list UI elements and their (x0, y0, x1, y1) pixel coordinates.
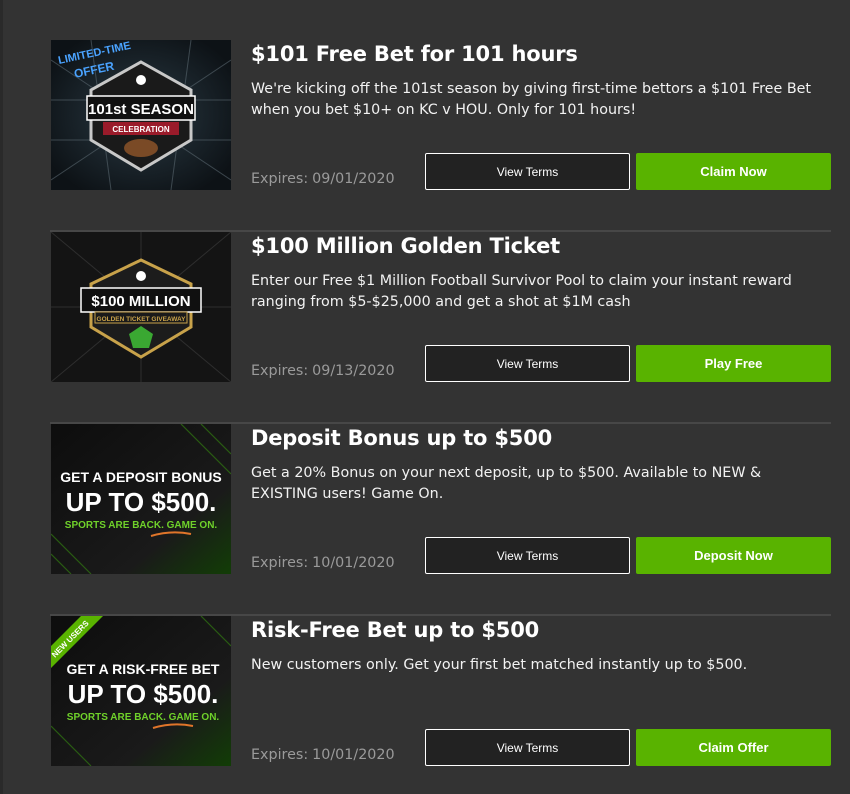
promo-expiry: Expires: 10/01/2020 (251, 555, 395, 571)
play-free-button[interactable]: Play Free (636, 345, 831, 382)
promo-description: New customers only. Get your first bet m… (251, 657, 748, 673)
promo-card-free-bet: LIMITED-TIME OFFER 101st SEASON CELEBRAT… (50, 40, 831, 232)
image-text-line1: GET A DEPOSIT BONUS (60, 469, 222, 485)
promo-title: $100 Million Golden Ticket (251, 234, 560, 258)
promo-image-deposit-bonus[interactable]: GET A DEPOSIT BONUS UP TO $500. SPORTS A… (51, 424, 231, 574)
page-left-edge (0, 0, 3, 794)
promo-title: Risk-Free Bet up to $500 (251, 618, 540, 642)
promo-expiry: Expires: 09/13/2020 (251, 363, 395, 379)
image-text-line3: SPORTS ARE BACK. GAME ON. (65, 520, 218, 531)
claim-offer-button[interactable]: Claim Offer (636, 729, 831, 766)
golden-ticket-graphic: $100 MILLION GOLDEN TICKET GIVEAWAY (51, 232, 231, 382)
promo-title: $101 Free Bet for 101 hours (251, 42, 578, 66)
promo-description: Get a 20% Bonus on your next deposit, up… (251, 465, 762, 502)
expiry-label: Expires: (251, 171, 309, 187)
promo-image-risk-free-bet[interactable]: NEW USERS GET A RISK-FREE BET UP TO $500… (51, 616, 231, 766)
deposit-now-button[interactable]: Deposit Now (636, 537, 831, 574)
image-text-line3: SPORTS ARE BACK. GAME ON. (67, 712, 220, 723)
promo-card-golden-ticket: $100 MILLION GOLDEN TICKET GIVEAWAY $100… (50, 232, 831, 424)
promo-image-101st-season[interactable]: LIMITED-TIME OFFER 101st SEASON CELEBRAT… (51, 40, 231, 190)
promo-image-golden-ticket[interactable]: $100 MILLION GOLDEN TICKET GIVEAWAY (51, 232, 231, 382)
view-terms-button[interactable]: View Terms (425, 729, 630, 766)
image-text-line2: UP TO $500. (66, 487, 217, 517)
promo-card-risk-free-bet: NEW USERS GET A RISK-FREE BET UP TO $500… (50, 616, 831, 794)
expiry-date: 09/01/2020 (312, 171, 395, 187)
promo-description: Enter our Free $1 Million Football Survi… (251, 273, 792, 310)
expiry-label: Expires: (251, 747, 309, 763)
badge-text-line2: CELEBRATION (112, 125, 169, 134)
image-text-line1: GET A RISK-FREE BET (67, 661, 220, 677)
promo-expiry: Expires: 09/01/2020 (251, 171, 395, 187)
promo-card-deposit-bonus: GET A DEPOSIT BONUS UP TO $500. SPORTS A… (50, 424, 831, 616)
expiry-label: Expires: (251, 363, 309, 379)
expiry-label: Expires: (251, 555, 309, 571)
badge-text-line2: GOLDEN TICKET GIVEAWAY (97, 316, 187, 323)
view-terms-button[interactable]: View Terms (425, 345, 630, 382)
expiry-date: 09/13/2020 (312, 363, 395, 379)
promo-title: Deposit Bonus up to $500 (251, 426, 553, 450)
badge-text-line1: $100 MILLION (91, 293, 190, 310)
promo-expiry: Expires: 10/01/2020 (251, 747, 395, 763)
promo-description: We're kicking off the 101st season by gi… (251, 81, 812, 118)
image-text-line2: UP TO $500. (68, 679, 219, 709)
deposit-bonus-graphic: GET A DEPOSIT BONUS UP TO $500. SPORTS A… (51, 424, 231, 574)
expiry-date: 10/01/2020 (312, 747, 395, 763)
view-terms-button[interactable]: View Terms (425, 153, 630, 190)
view-terms-button[interactable]: View Terms (425, 537, 630, 574)
risk-free-bet-graphic: NEW USERS GET A RISK-FREE BET UP TO $500… (51, 616, 231, 766)
badge-text-line1: 101st SEASON (88, 101, 194, 118)
season-celebration-graphic: LIMITED-TIME OFFER 101st SEASON CELEBRAT… (51, 40, 231, 190)
claim-now-button[interactable]: Claim Now (636, 153, 831, 190)
expiry-date: 10/01/2020 (312, 555, 395, 571)
